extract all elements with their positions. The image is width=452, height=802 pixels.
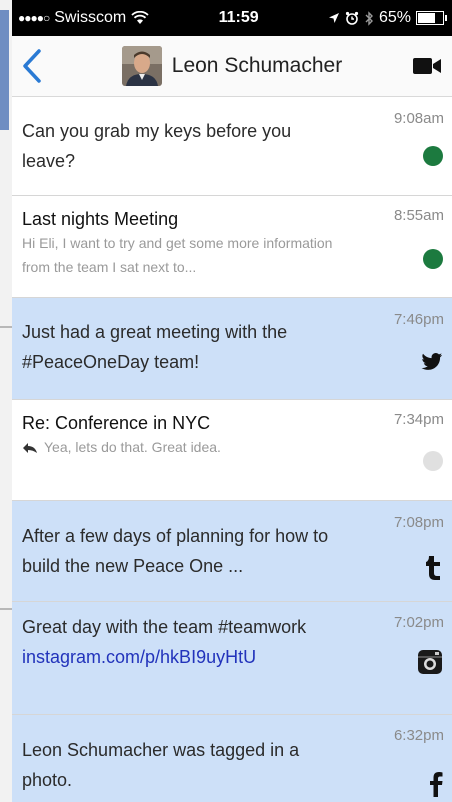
message-time: 7:02pm <box>393 614 444 631</box>
status-time: 11:59 <box>218 9 259 26</box>
message-item[interactable]: Just had a great meeting with the #Peace… <box>12 298 452 400</box>
message-time: 9:08am <box>393 110 444 127</box>
battery-icon <box>416 11 447 25</box>
message-time: 7:34pm <box>393 411 444 428</box>
status-dot-green <box>423 146 443 166</box>
instagram-icon <box>418 650 442 674</box>
message-preview: Hi Eli, I want to try and get some more … <box>22 235 333 275</box>
message-subject: Re: Conference in NYC <box>22 413 211 433</box>
status-dot-green <box>423 249 443 269</box>
battery-fill <box>418 13 435 23</box>
chevron-left-icon[interactable] <box>20 48 44 84</box>
battery-percent: 65% <box>378 9 411 26</box>
message-text: Leon Schumacher was tagged in a photo. <box>22 740 300 790</box>
contact-name: Leon Schumacher <box>171 54 343 77</box>
twitter-icon <box>421 353 443 370</box>
instagram-link[interactable]: instagram.com/p/hkBI9uyHtU <box>22 642 342 672</box>
phone-screen: ●●●●○ Swisscom 11:59 65% Leon Schumacher… <box>12 0 452 802</box>
status-bar: ●●●●○ Swisscom 11:59 65% <box>12 0 452 36</box>
message-preview-row: Yea, lets do that. Great idea. <box>22 435 342 459</box>
edge-tick <box>0 326 12 328</box>
message-list: Can you grab my keys before you leave? 9… <box>12 97 452 802</box>
message-time: 6:32pm <box>393 727 444 744</box>
message-text: Just had a great meeting with the #Peace… <box>22 322 288 372</box>
tumblr-icon <box>426 556 440 580</box>
message-text: Great day with the team #teamwork <box>22 617 307 637</box>
bluetooth-icon <box>365 10 373 26</box>
video-camera-icon[interactable] <box>412 55 442 77</box>
message-subject: Last nights Meeting <box>22 209 179 229</box>
message-item[interactable]: Great day with the team #teamwork instag… <box>12 602 452 715</box>
message-time: 7:46pm <box>393 311 444 328</box>
background-window-accent <box>0 10 9 130</box>
message-text: Can you grab my keys before you leave? <box>22 121 292 171</box>
facebook-icon <box>430 772 443 797</box>
message-time: 7:08pm <box>393 514 444 531</box>
message-item[interactable]: Can you grab my keys before you leave? 9… <box>12 97 452 196</box>
wifi-icon <box>131 11 149 24</box>
avatar[interactable] <box>121 46 162 86</box>
message-item[interactable]: Last nights Meeting Hi Eli, I want to tr… <box>12 196 452 298</box>
navigation-bar: Leon Schumacher <box>12 36 452 97</box>
message-text: After a few days of planning for how to … <box>22 526 329 576</box>
message-item[interactable]: After a few days of planning for how to … <box>12 501 452 602</box>
reply-arrow-icon <box>23 443 37 454</box>
message-preview: Yea, lets do that. Great idea. <box>44 439 221 455</box>
signal-strength-icon: ●●●●○ <box>18 11 50 25</box>
message-item[interactable]: Leon Schumacher was tagged in a photo. 6… <box>12 715 452 802</box>
contact-header[interactable]: Leon Schumacher <box>121 46 343 86</box>
message-time: 8:55am <box>393 207 444 224</box>
edge-tick <box>0 608 12 610</box>
message-item[interactable]: Re: Conference in NYC Yea, lets do that.… <box>12 400 452 501</box>
carrier-name: Swisscom <box>54 9 127 26</box>
alarm-clock-icon <box>345 11 359 25</box>
location-arrow-icon <box>328 13 339 23</box>
status-dot-grey <box>423 451 443 471</box>
